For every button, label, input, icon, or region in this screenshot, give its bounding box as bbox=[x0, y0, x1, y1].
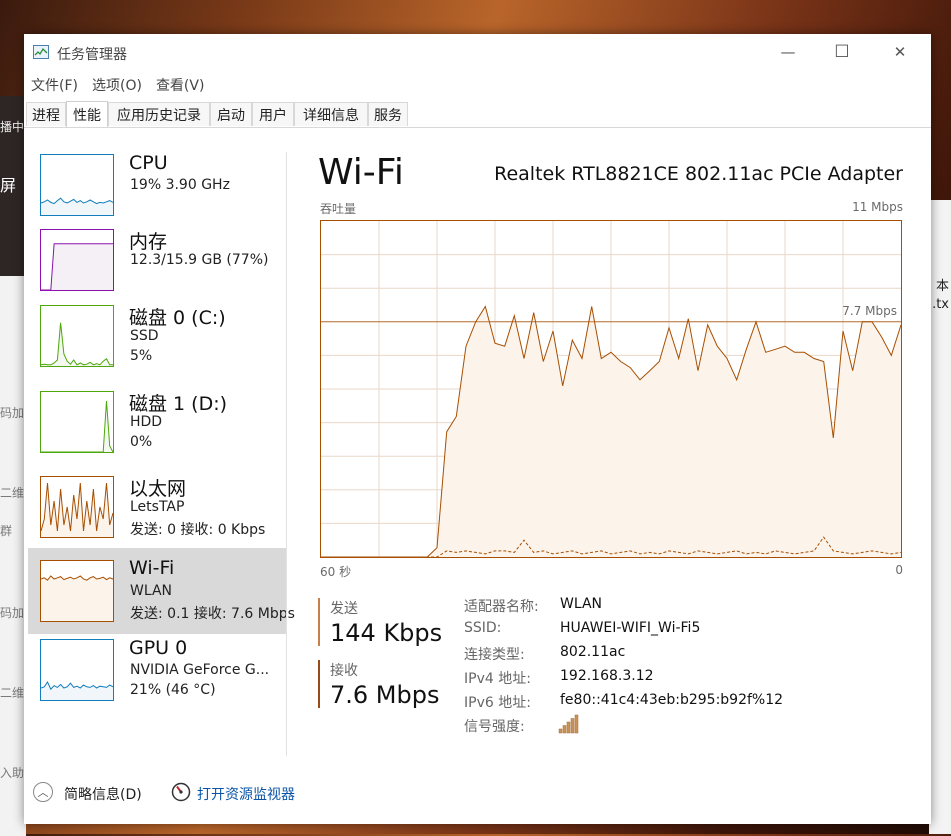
signal-bar bbox=[570, 718, 575, 734]
desktop-file-label[interactable]: 本 .tx bbox=[932, 278, 949, 314]
background-text: 群 bbox=[0, 524, 13, 538]
sidebar-thumbnail-graph bbox=[40, 476, 114, 538]
sidebar-item-disk-0[interactable]: 磁盘 0 (C:) SSD 5% bbox=[28, 303, 286, 389]
background-text: 码加 bbox=[0, 406, 25, 420]
thumbnail-border bbox=[40, 391, 114, 453]
background-text: 入助 bbox=[0, 766, 25, 780]
sidebar-item-title: GPU 0 bbox=[129, 637, 188, 659]
sidebar-item-detail: 0% bbox=[130, 434, 153, 450]
close-button[interactable]: ✕ bbox=[876, 34, 924, 70]
sidebar-item-detail: 发送: 0 接收: 0 Kbps bbox=[130, 522, 266, 538]
signal-bar bbox=[562, 725, 567, 734]
thumbnail-border bbox=[40, 305, 114, 367]
sidebar-thumbnail-graph bbox=[40, 305, 114, 367]
tab-app-history[interactable]: 应用历史记录 bbox=[108, 102, 210, 126]
thumbnail-area bbox=[41, 576, 113, 621]
sidebar-thumbnail-graph bbox=[40, 391, 114, 453]
background-text: 屏 bbox=[0, 176, 17, 195]
sidebar-thumbnail-graph bbox=[40, 154, 114, 216]
sidebar-item-subtitle: 12.3/15.9 GB (77%) bbox=[130, 252, 269, 268]
sidebar-item-subtitle: LetsTAP bbox=[130, 499, 185, 515]
background-app-panel-light bbox=[0, 276, 26, 836]
property-key: IPv6 地址: bbox=[464, 695, 531, 711]
sidebar-thumbnail-graph bbox=[40, 639, 114, 701]
task-manager-window: 任务管理器 — ☐ ✕ 文件(F) 选项(O) 查看(V) 进程 性能 应用历史… bbox=[24, 34, 931, 824]
property-key: 连接类型: bbox=[464, 647, 525, 663]
desktop-file-label-line: 本 bbox=[935, 279, 949, 294]
sidebar-item-wifi[interactable]: Wi-Fi WLAN 发送: 0.1 接收: 7.6 Mbps bbox=[28, 548, 295, 634]
title-bar[interactable]: 任务管理器 — ☐ ✕ bbox=[24, 34, 931, 70]
tab-users[interactable]: 用户 bbox=[252, 102, 294, 126]
signal-bar bbox=[566, 721, 571, 734]
desktop-file-label-line: .tx bbox=[932, 297, 949, 312]
property-value: fe80::41c4:43eb:b295:b92f%12 bbox=[560, 692, 784, 708]
footer: ︿ 简略信息(D) 打开资源监视器 bbox=[24, 778, 931, 818]
chart-x-left-label: 60 秒 bbox=[320, 565, 352, 579]
sidebar-item-detail: 发送: 0.1 接收: 7.6 Mbps bbox=[130, 606, 295, 622]
tab-services[interactable]: 服务 bbox=[368, 102, 408, 126]
page-title: Wi-Fi bbox=[318, 152, 404, 193]
sidebar-divider bbox=[286, 152, 287, 756]
window-title: 任务管理器 bbox=[57, 47, 127, 63]
sidebar-item-disk-1[interactable]: 磁盘 1 (D:) HDD 0% bbox=[28, 389, 286, 475]
property-key: SSID: bbox=[464, 620, 502, 636]
tab-processes[interactable]: 进程 bbox=[26, 102, 66, 126]
chart-ymax-label: 11 Mbps bbox=[852, 200, 903, 214]
menu-file[interactable]: 文件(F) bbox=[24, 72, 85, 96]
sidebar-item-detail: 21% (46 °C) bbox=[130, 682, 216, 698]
adapter-name: Realtek RTL8821CE 802.11ac PCIe Adapter bbox=[494, 163, 903, 185]
fewer-details-button[interactable]: 简略信息(D) bbox=[64, 784, 142, 804]
chart-x-right-label: 0 bbox=[895, 563, 903, 577]
property-value: 802.11ac bbox=[560, 644, 626, 660]
signal-strength-icon bbox=[558, 714, 579, 734]
background-text: 播中 bbox=[0, 120, 25, 134]
tab-performance[interactable]: 性能 bbox=[66, 101, 108, 127]
minimize-button[interactable]: — bbox=[764, 34, 812, 70]
property-key: 信号强度: bbox=[464, 719, 525, 735]
signal-bar bbox=[558, 728, 563, 734]
sidebar-item-title: 以太网 bbox=[129, 478, 187, 500]
sidebar-item-gpu-0[interactable]: GPU 0 NVIDIA GeForce G... 21% (46 °C) bbox=[28, 637, 286, 723]
sidebar-item-title: 磁盘 1 (D:) bbox=[129, 393, 228, 415]
throughput-chart: 7.7 Mbps bbox=[320, 220, 902, 558]
maximize-button[interactable]: ☐ bbox=[818, 34, 866, 70]
tab-bar: 进程 性能 应用历史记录 启动 用户 详细信息 服务 bbox=[24, 100, 931, 128]
sidebar-item-subtitle: SSD bbox=[130, 328, 159, 344]
sidebar-item-subtitle: NVIDIA GeForce G... bbox=[130, 662, 270, 678]
sidebar-item-title: CPU bbox=[129, 152, 168, 174]
chart-scale-label: 7.7 Mbps bbox=[842, 304, 897, 318]
open-resource-monitor-link[interactable]: 打开资源监视器 bbox=[197, 784, 295, 804]
sidebar-thumbnail-graph bbox=[40, 560, 114, 622]
property-key: IPv4 地址: bbox=[464, 671, 531, 687]
background-text: 二维 bbox=[0, 686, 25, 700]
sidebar-item-title: Wi-Fi bbox=[129, 557, 175, 579]
sidebar-item-subtitle: WLAN bbox=[130, 583, 173, 599]
sidebar-item-memory[interactable]: 内存 12.3/15.9 GB (77%) bbox=[28, 227, 286, 313]
sidebar-item-title: 磁盘 0 (C:) bbox=[129, 307, 226, 329]
chart-ylabel: 吞吐量 bbox=[320, 202, 357, 216]
property-key: 适配器名称: bbox=[464, 599, 539, 615]
sidebar-item-cpu[interactable]: CPU 19% 3.90 GHz bbox=[28, 152, 286, 238]
sidebar-thumbnail-graph bbox=[40, 229, 114, 291]
menu-bar: 文件(F) 选项(O) 查看(V) bbox=[24, 72, 211, 96]
background-text: 码加 bbox=[0, 606, 25, 620]
resource-monitor-icon[interactable] bbox=[171, 782, 191, 802]
menu-options[interactable]: 选项(O) bbox=[85, 72, 149, 96]
property-value: 192.168.3.12 bbox=[560, 668, 654, 684]
sidebar-item-title: 内存 bbox=[129, 231, 168, 253]
property-value: HUAWEI-WIFI_Wi-Fi5 bbox=[560, 620, 701, 636]
menu-view[interactable]: 查看(V) bbox=[149, 72, 212, 96]
chevron-up-icon[interactable]: ︿ bbox=[33, 782, 53, 802]
sidebar-item-subtitle: 19% 3.90 GHz bbox=[130, 177, 230, 193]
property-value: WLAN bbox=[560, 596, 603, 612]
background-text: 二维 bbox=[0, 486, 25, 500]
sidebar-item-detail: 5% bbox=[130, 348, 153, 364]
tab-details[interactable]: 详细信息 bbox=[294, 102, 368, 126]
signal-bar bbox=[574, 714, 579, 734]
sidebar-item-subtitle: HDD bbox=[130, 414, 163, 430]
task-manager-icon bbox=[33, 45, 49, 59]
tab-startup[interactable]: 启动 bbox=[210, 102, 252, 126]
